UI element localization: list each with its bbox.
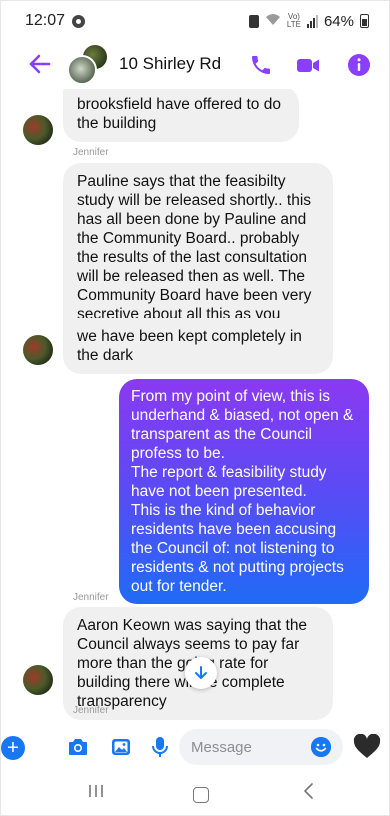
info-button[interactable] — [347, 53, 371, 77]
arrow-left-icon — [29, 54, 51, 74]
message-list[interactable]: brooksfield have offered to do the build… — [1, 89, 389, 725]
heart-button[interactable] — [353, 733, 381, 760]
group-avatar[interactable] — [67, 43, 113, 85]
back-nav-button[interactable] — [301, 781, 315, 807]
home-icon[interactable] — [193, 787, 209, 803]
video-call-button[interactable] — [295, 53, 319, 77]
back-icon — [304, 783, 313, 799]
avatar[interactable] — [23, 115, 53, 145]
wifi-icon — [265, 13, 281, 29]
scroll-to-bottom-button[interactable] — [185, 657, 217, 689]
message-text: The report & feasibility study have not … — [131, 464, 327, 500]
signal-icon — [306, 14, 318, 28]
recents-icon — [89, 785, 103, 797]
messenger-chat-screen: 12:07 Vo) LTE 64% 10 Shirley Rd brooksfi… — [0, 0, 390, 816]
system-nav-bar — [1, 773, 389, 815]
chat-title[interactable]: 10 Shirley Rd — [119, 54, 221, 74]
avatar — [67, 55, 97, 85]
lte-bottom-label: LTE — [286, 20, 301, 29]
status-bar: 12:07 Vo) LTE 64% — [1, 1, 389, 41]
sender-name: Jennifer — [73, 147, 109, 158]
gallery-button[interactable] — [109, 735, 135, 761]
camera-icon — [69, 739, 87, 755]
message-text: From my point of view, this is underhand… — [131, 388, 354, 462]
message-text: we have been kept completely in the dark — [77, 328, 302, 364]
message-bubble[interactable]: brooksfield have offered to do the build… — [63, 89, 299, 142]
notification-icon — [72, 14, 86, 28]
sender-name: Jennifer — [73, 705, 109, 716]
message-bubble-outgoing[interactable]: From my point of view, this is underhand… — [119, 379, 369, 604]
camera-button[interactable] — [66, 735, 92, 761]
status-time: 12:07 — [25, 12, 66, 29]
avatar[interactable] — [23, 665, 53, 695]
image-icon — [112, 739, 130, 755]
lte-indicator: Vo) LTE — [287, 13, 301, 29]
chat-header: 10 Shirley Rd — [1, 41, 389, 89]
phone-call-button[interactable] — [249, 53, 273, 77]
avatar[interactable] — [23, 335, 53, 365]
sim-icon — [248, 14, 259, 28]
emoji-icon[interactable] — [311, 737, 331, 757]
arrow-down-icon — [195, 666, 207, 679]
status-indicators: Vo) LTE 64% — [248, 12, 369, 30]
heart-icon — [353, 733, 381, 758]
battery-percent: 64% — [323, 12, 354, 30]
message-bubble[interactable]: we have been kept completely in the dark — [63, 318, 333, 374]
sender-name: Jennifer — [73, 592, 109, 603]
microphone-icon — [152, 737, 168, 757]
message-text: brooksfield have offered to do the build… — [77, 96, 281, 132]
message-composer: + — [1, 723, 389, 773]
phone-icon — [252, 56, 270, 74]
message-text: This is the kind of behavior residents h… — [131, 502, 344, 595]
message-text: Pauline says that the feasibilty study w… — [77, 173, 312, 342]
info-icon — [348, 54, 370, 76]
back-button[interactable] — [27, 51, 55, 79]
video-icon — [297, 59, 319, 72]
recents-button[interactable] — [87, 783, 105, 804]
voice-button[interactable] — [149, 735, 175, 761]
plus-icon[interactable]: + — [1, 736, 25, 760]
battery-icon — [360, 14, 369, 28]
